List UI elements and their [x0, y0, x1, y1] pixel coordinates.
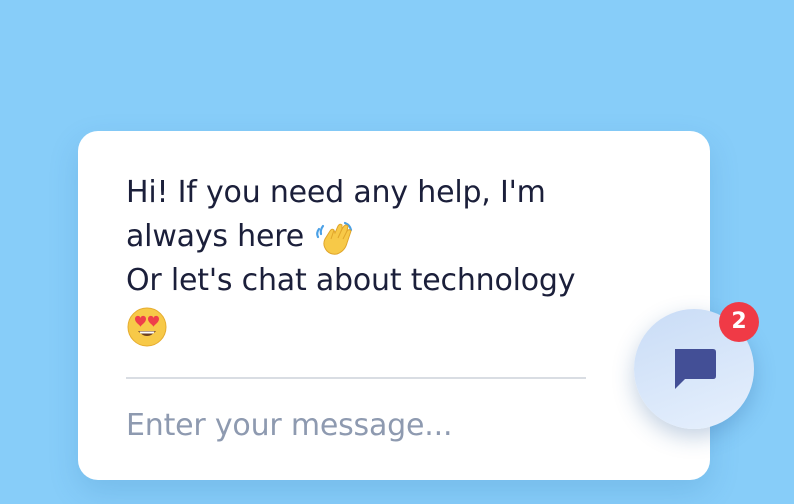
greeting-line-2-text: always here [126, 219, 304, 254]
greeting-message: Hi! If you need any help, I'm always her… [126, 171, 596, 347]
divider [126, 377, 586, 379]
greeting-line-4 [126, 303, 596, 347]
heart-eyes-icon [126, 305, 168, 347]
unread-count-badge: 2 [719, 302, 759, 342]
message-input[interactable] [126, 401, 586, 449]
waving-hand-icon [313, 217, 355, 259]
greeting-line-3: Or let's chat about technology [126, 263, 576, 298]
greeting-line-1: Hi! If you need any help, I'm [126, 175, 546, 210]
chat-bubble-icon [675, 349, 716, 389]
chat-widget-card: Hi! If you need any help, I'm always her… [78, 131, 710, 480]
greeting-line-2: always here [126, 215, 596, 259]
